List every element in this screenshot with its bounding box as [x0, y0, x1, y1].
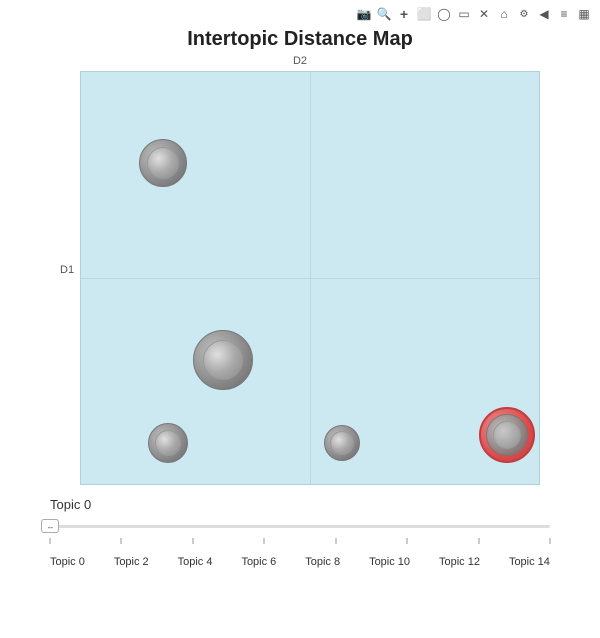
close-icon[interactable]: ✕ — [476, 6, 492, 22]
home-icon[interactable]: ⌂ — [496, 6, 512, 22]
slider-label: Topic 0 — [50, 497, 550, 512]
topic-bubble-1-inner — [147, 147, 179, 179]
topic-bubble-4-inner — [330, 431, 354, 455]
lasso-icon[interactable]: ◯ — [436, 6, 452, 22]
chart-title: Intertopic Distance Map — [0, 28, 600, 51]
tick-container — [50, 538, 550, 554]
topic-label-12[interactable]: Topic 12 — [439, 556, 480, 568]
chart-area: D2 D1 — [60, 55, 540, 485]
topic-bubble-3-inner — [155, 430, 181, 456]
topic-label-0[interactable]: Topic 0 — [50, 556, 85, 568]
topic-label-8[interactable]: Topic 8 — [305, 556, 340, 568]
topic-bubble-2-inner — [203, 340, 243, 380]
map-container — [80, 71, 540, 485]
topic-label-4[interactable]: Topic 4 — [178, 556, 213, 568]
topic-bubble-5-core — [493, 421, 521, 449]
topic-label-14[interactable]: Topic 14 — [509, 556, 550, 568]
menu-icon[interactable]: ≡ — [556, 6, 572, 22]
vertical-divider — [310, 72, 311, 484]
slider-arrows-icon: ↔ — [47, 522, 54, 531]
plus-icon[interactable]: + — [396, 6, 412, 22]
slider-handle[interactable]: ↔ — [41, 519, 59, 533]
zoom-icon[interactable]: 🔍 — [376, 6, 392, 22]
d1-label: D1 — [60, 264, 74, 276]
settings-icon[interactable]: ⚙ — [516, 6, 532, 22]
topic-label-2[interactable]: Topic 2 — [114, 556, 149, 568]
zoom-rect-icon[interactable]: ▭ — [456, 6, 472, 22]
toolbar: 📷 🔍 + ⬜ ◯ ▭ ✕ ⌂ ⚙ ◀ ≡ ▦ — [0, 0, 600, 28]
camera-icon[interactable]: 📷 — [356, 6, 372, 22]
d2-label: D2 — [293, 55, 307, 67]
slider-track[interactable]: ↔ — [50, 525, 550, 528]
slider-track-container: ↔ — [50, 516, 550, 536]
grid-icon[interactable]: ▦ — [576, 6, 592, 22]
topic-label-6[interactable]: Topic 6 — [241, 556, 276, 568]
slider-section: Topic 0 ↔ Topic 0 Topic 2 Topic 4 Topic … — [50, 497, 550, 568]
topic-labels-row: Topic 0 Topic 2 Topic 4 Topic 6 Topic 8 … — [50, 556, 550, 568]
back-icon[interactable]: ◀ — [536, 6, 552, 22]
topic-label-10[interactable]: Topic 10 — [369, 556, 410, 568]
select-rect-icon[interactable]: ⬜ — [416, 6, 432, 22]
